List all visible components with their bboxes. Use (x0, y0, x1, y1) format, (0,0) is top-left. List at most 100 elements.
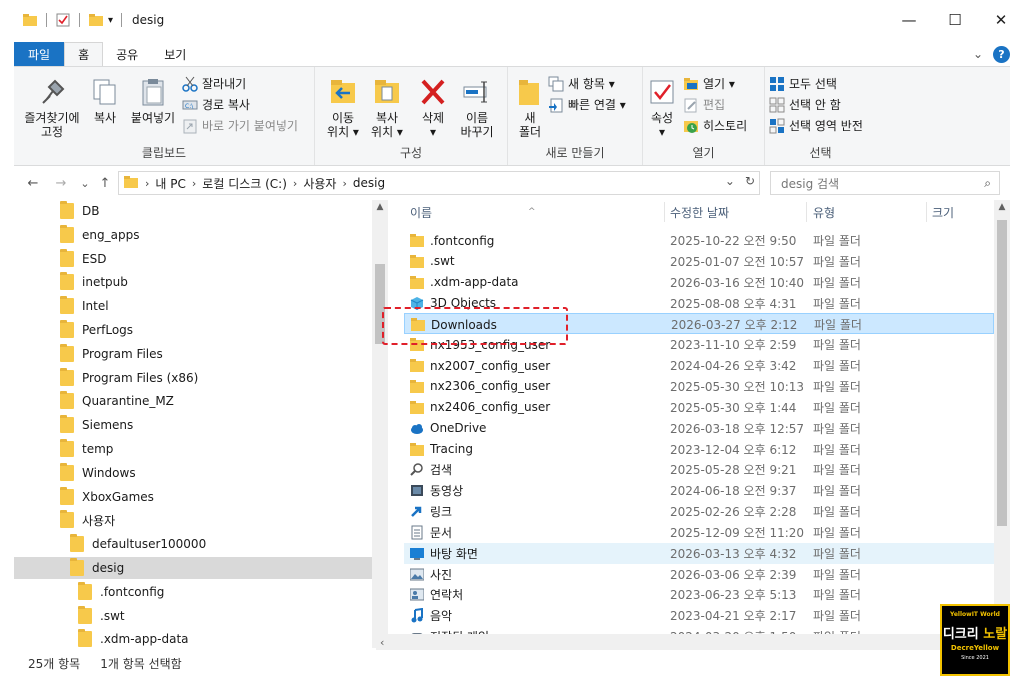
delete-button[interactable]: 삭제 ▾ (413, 77, 453, 139)
copy-button[interactable]: 복사 (88, 77, 122, 125)
breadcrumb-separator[interactable]: › (342, 177, 346, 190)
column-divider[interactable] (664, 202, 665, 222)
scroll-up-arrow[interactable]: ▲ (994, 202, 1010, 212)
forward-button[interactable]: → (48, 176, 74, 191)
file-row[interactable]: .xdm-app-data 2026-03-16 오전 10:40 파일 폴더 (404, 272, 994, 293)
file-list-scrollbar[interactable]: ▲ ▼ (994, 200, 1010, 648)
breadcrumb-this-pc[interactable]: 내 PC (155, 175, 185, 192)
file-row[interactable]: 문서 2025-12-09 오전 11:20 파일 폴더 (404, 522, 994, 543)
file-row[interactable]: 검색 2025-05-28 오전 9:21 파일 폴더 (404, 459, 994, 480)
tab-home[interactable]: 홈 (64, 42, 104, 66)
invert-selection-icon (769, 118, 785, 134)
rename-button[interactable]: 이름 바꾸기 (453, 77, 501, 139)
breadcrumb-users[interactable]: 사용자 (303, 175, 336, 192)
new-item-button[interactable]: 새 항목 ▾ (548, 75, 615, 92)
close-button[interactable]: ✕ (978, 0, 1024, 40)
tree-item[interactable]: Program Files (14, 343, 372, 365)
copy-path-button[interactable]: C:\ 경로 복사 (182, 96, 250, 113)
file-row[interactable]: nx2306_config_user 2025-05-30 오전 10:13 파일 … (404, 376, 994, 397)
back-button[interactable]: ← (20, 176, 46, 191)
file-row[interactable]: .swt 2025-01-07 오전 10:57 파일 폴더 (404, 251, 994, 272)
tree-item[interactable]: ESD (14, 248, 372, 270)
refresh-button[interactable]: ↻ (745, 174, 755, 188)
breadcrumb-local-disk[interactable]: 로컬 디스크 (C:) (202, 175, 287, 192)
file-row[interactable]: 음악 2023-04-21 오후 2:17 파일 폴더 (404, 605, 994, 626)
tab-view[interactable]: 보기 (151, 42, 199, 66)
breadcrumb-separator[interactable]: › (192, 177, 196, 190)
scroll-up-arrow[interactable]: ▲ (372, 202, 388, 212)
select-all-button[interactable]: 모두 선택 (769, 75, 837, 92)
column-divider[interactable] (926, 202, 927, 222)
breadcrumb-separator[interactable]: › (145, 177, 149, 190)
tree-item[interactable]: defaultuser100000 (14, 533, 372, 555)
new-folder-icon[interactable] (88, 13, 104, 27)
file-list-scroll-thumb[interactable] (997, 220, 1007, 526)
edit-button[interactable]: 편집 (683, 96, 725, 113)
search-box[interactable]: desig 검색 ⌕ (770, 171, 1000, 195)
tree-item[interactable]: XboxGames (14, 486, 372, 508)
tree-item[interactable]: desig (14, 557, 372, 579)
tree-item[interactable]: temp (14, 438, 372, 460)
tree-item[interactable]: Quarantine_MZ (14, 390, 372, 412)
address-dropdown-button[interactable]: ⌄ (725, 174, 735, 188)
file-row[interactable]: .fontconfig 2025-10-22 오전 9:50 파일 폴더 (404, 230, 994, 251)
column-header-date[interactable]: 수정한 날짜 (670, 200, 729, 224)
properties-icon[interactable] (55, 13, 71, 27)
tree-item[interactable]: Windows (14, 462, 372, 484)
tree-item[interactable]: Siemens (14, 414, 372, 436)
paste-shortcut-button[interactable]: 바로 가기 붙여넣기 (182, 117, 298, 134)
move-to-button[interactable]: 이동 위치 ▾ (321, 77, 365, 139)
column-header-size[interactable]: 크기 (932, 200, 954, 224)
file-row[interactable]: 동영상 2024-06-18 오전 9:37 파일 폴더 (404, 480, 994, 501)
search-input[interactable]: desig 검색 (781, 175, 839, 192)
invert-selection-button[interactable]: 선택 영역 반전 (769, 117, 863, 134)
tree-item[interactable]: .fontconfig (14, 581, 372, 603)
pin-quick-access-button[interactable]: 즐겨찾기에 고정 (20, 77, 84, 139)
column-header-name[interactable]: 이름 (410, 200, 432, 224)
tree-item[interactable]: PerfLogs (14, 319, 372, 341)
maximize-button[interactable]: ☐ (932, 0, 978, 40)
ribbon-collapse-button[interactable]: ⌄ (973, 47, 983, 61)
file-row[interactable]: OneDrive 2026-03-18 오후 12:57 파일 폴더 (404, 418, 994, 439)
address-bar[interactable]: › 내 PC › 로컬 디스크 (C:) › 사용자 › desig ⌄ ↻ (118, 171, 760, 195)
tree-item[interactable]: .xdm-app-data (14, 628, 372, 648)
tree-item[interactable]: Intel (14, 295, 372, 317)
tree-item[interactable]: DB (14, 200, 372, 222)
tree-item[interactable]: Program Files (x86) (14, 367, 372, 389)
breadcrumb-desig[interactable]: desig (353, 176, 385, 190)
new-folder-button[interactable]: 새 폴더 (512, 77, 548, 139)
file-row[interactable]: 링크 2025-02-26 오후 2:28 파일 폴더 (404, 501, 994, 522)
file-row[interactable]: nx2406_config_user 2025-05-30 오후 1:44 파일 폴… (404, 397, 994, 418)
cut-button[interactable]: 잘라내기 (182, 75, 246, 92)
easy-access-button[interactable]: 빠른 연결 ▾ (548, 96, 626, 113)
file-row[interactable]: Tracing 2023-12-04 오후 6:12 파일 폴더 (404, 439, 994, 460)
help-icon[interactable]: ? (993, 45, 1010, 63)
tree-item[interactable]: 사용자 (14, 509, 372, 531)
tree-scrollbar[interactable]: ▲ ▼ (372, 200, 388, 648)
scroll-left-arrow[interactable]: ‹ (380, 636, 384, 649)
file-name-cell: 검색 (410, 459, 452, 480)
breadcrumb-separator[interactable]: › (293, 177, 297, 190)
file-row[interactable]: 연락처 2023-06-23 오후 5:13 파일 폴더 (404, 584, 994, 605)
file-row[interactable]: nx2007_config_user 2024-04-26 오후 3:42 파일 폴… (404, 355, 994, 376)
tab-share[interactable]: 공유 (103, 42, 151, 66)
horizontal-scrollbar[interactable]: ‹ (376, 634, 996, 650)
tree-item[interactable]: inetpub (14, 271, 372, 293)
paste-button[interactable]: 붙여넣기 (126, 77, 180, 125)
up-button[interactable]: ↑ (92, 176, 118, 191)
tree-item[interactable]: .swt (14, 605, 372, 627)
search-icon[interactable]: ⌕ (984, 176, 991, 191)
tree-item[interactable]: eng_apps (14, 224, 372, 246)
file-row[interactable]: 바탕 화면 2026-03-13 오후 4:32 파일 폴더 (404, 542, 994, 564)
copy-to-button[interactable]: 복사 위치 ▾ (365, 77, 409, 139)
column-header-type[interactable]: 유형 (813, 200, 835, 224)
minimize-button[interactable]: — (886, 0, 932, 40)
select-none-button[interactable]: 선택 안 함 (769, 96, 841, 113)
properties-button[interactable]: 속성 ▾ (645, 77, 679, 139)
history-button[interactable]: 히스토리 (683, 117, 747, 134)
column-divider[interactable] (806, 202, 807, 222)
customize-qa-dropdown[interactable]: ▾ (108, 15, 113, 26)
file-row[interactable]: 사진 2026-03-06 오후 2:39 파일 폴더 (404, 564, 994, 585)
tab-file[interactable]: 파일 (14, 42, 65, 66)
open-button[interactable]: 열기 ▾ (683, 75, 735, 92)
